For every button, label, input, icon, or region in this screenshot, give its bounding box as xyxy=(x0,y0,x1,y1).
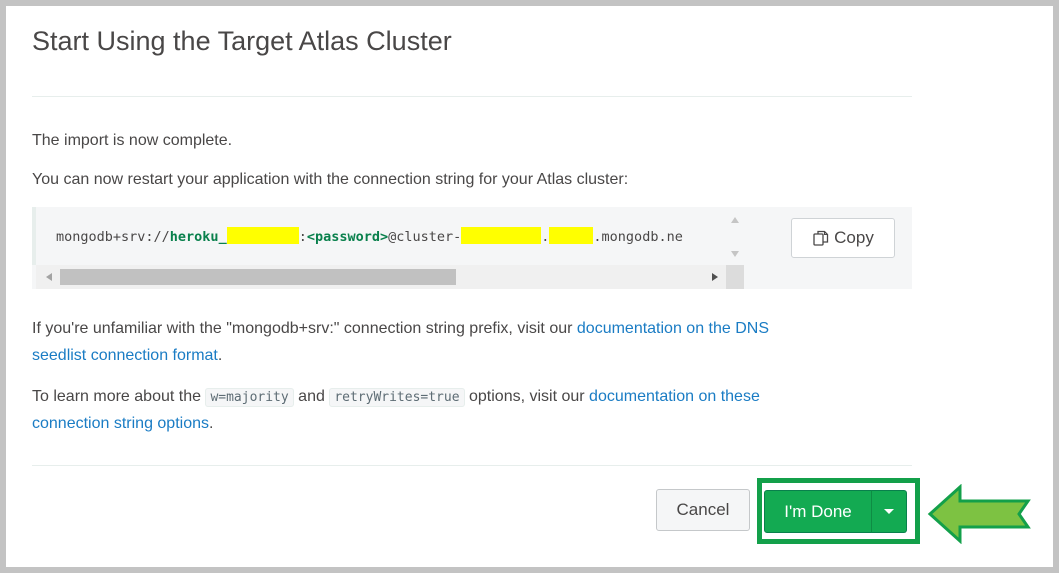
done-button[interactable]: I'm Done xyxy=(764,490,872,533)
scroll-right-icon[interactable] xyxy=(712,273,718,281)
copy-button-label: Copy xyxy=(834,228,874,247)
caret-down-icon xyxy=(884,509,894,514)
connection-password: <password> xyxy=(306,229,389,245)
scroll-left-icon[interactable] xyxy=(46,273,52,281)
options-docs-link[interactable]: documentation on these xyxy=(589,388,760,405)
import-complete-text: The import is now complete. xyxy=(32,132,233,149)
options-paragraph: To learn more about the w=majority and r… xyxy=(32,384,760,411)
connection-domain: .mongodb.ne xyxy=(593,229,683,245)
option-w-majority: w=majority xyxy=(205,388,294,407)
redacted-cluster-suffix xyxy=(549,227,594,244)
dns-paragraph: If you're unfamiliar with the "mongodb+s… xyxy=(32,316,769,342)
cancel-button[interactable]: Cancel xyxy=(656,489,750,531)
restart-instructions: You can now restart your application wit… xyxy=(32,171,629,188)
scroll-down-icon[interactable] xyxy=(731,251,739,257)
connection-string-scroll-area[interactable]: mongodb+srv://heroku_:<password>@cluster… xyxy=(32,207,744,265)
copy-icon xyxy=(813,230,829,246)
horizontal-scrollbar[interactable] xyxy=(36,265,726,289)
option-retry-writes: retryWrites=true xyxy=(329,388,465,407)
done-dropdown-toggle[interactable] xyxy=(871,490,907,533)
scrollbar-corner xyxy=(726,265,744,289)
footer-divider xyxy=(32,465,912,466)
options-paragraph-line-2: connection string options. xyxy=(32,411,213,437)
dns-docs-link-cont[interactable]: seedlist connection format xyxy=(32,347,218,364)
dns-docs-link[interactable]: documentation on the DNS xyxy=(577,320,769,337)
copy-button[interactable]: Copy xyxy=(791,218,895,258)
vertical-scrollbar[interactable] xyxy=(726,207,744,265)
code-left-border xyxy=(32,207,36,265)
connection-dot: . xyxy=(541,229,550,245)
options-and: and xyxy=(293,388,330,405)
options-intro: To learn more about the xyxy=(32,388,206,405)
dns-text: If you're unfamiliar with the "mongodb+s… xyxy=(32,320,577,337)
scroll-up-icon[interactable] xyxy=(731,217,739,223)
options-period: . xyxy=(209,415,214,432)
redacted-username xyxy=(226,227,299,244)
horizontal-scroll-thumb[interactable] xyxy=(60,269,456,285)
dns-paragraph-line-2: seedlist connection format. xyxy=(32,343,222,369)
redacted-cluster-id xyxy=(461,227,542,244)
connection-prefix: mongodb+srv:// xyxy=(56,229,170,245)
options-docs-link-cont[interactable]: connection string options xyxy=(32,415,209,432)
header-divider xyxy=(32,96,912,97)
dns-period: . xyxy=(217,347,223,364)
options-visit: options, visit our xyxy=(464,388,590,405)
dialog-title: Start Using the Target Atlas Cluster xyxy=(32,26,452,56)
connection-separator: : xyxy=(298,229,307,245)
connection-string[interactable]: mongodb+srv://heroku_:<password>@cluster… xyxy=(56,227,683,245)
connection-user: heroku_ xyxy=(169,229,227,245)
pointer-arrow-icon xyxy=(927,484,1031,544)
connection-host-prefix: @cluster- xyxy=(388,229,462,245)
connection-string-box: mongodb+srv://heroku_:<password>@cluster… xyxy=(32,207,912,289)
